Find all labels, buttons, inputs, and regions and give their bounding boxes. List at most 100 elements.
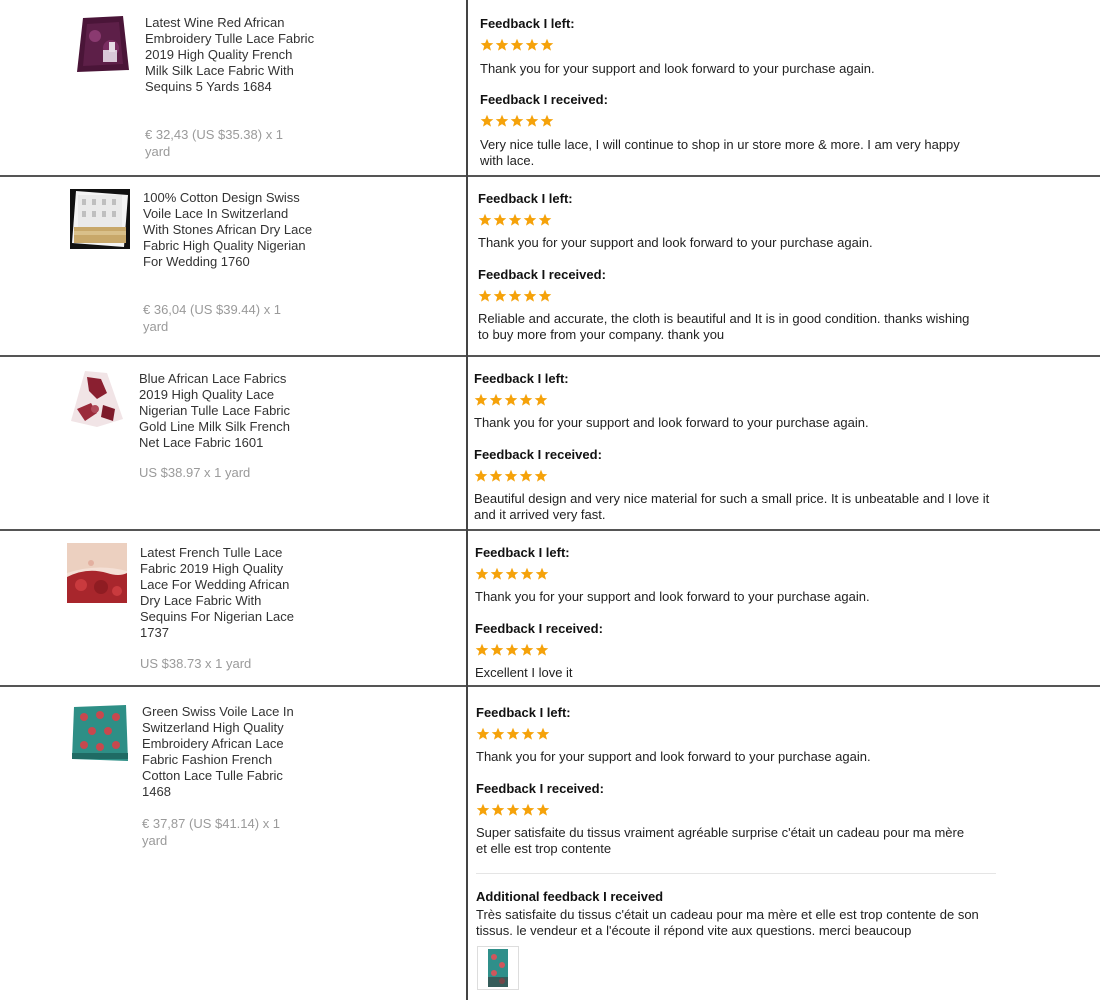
- star-icon: [535, 567, 549, 580]
- star-icon: [540, 38, 554, 51]
- star-icon: [504, 469, 518, 482]
- feedback-left-label-3: Feedback I left:: [474, 371, 569, 386]
- feedback-left-text-4: Thank you for your support and look forw…: [475, 589, 870, 604]
- product-name-4[interactable]: Latest French Tulle Lace Fabric 2019 Hig…: [140, 545, 310, 641]
- star-icon: [489, 469, 503, 482]
- star-icon: [491, 727, 505, 740]
- product-price-3: US $38.97 x 1 yard: [139, 465, 251, 480]
- star-icon: [474, 393, 488, 406]
- additional-feedback-divider: [476, 873, 996, 874]
- star-icon: [505, 567, 519, 580]
- additional-feedback-text: Très satisfaite du tissus c'était un cad…: [476, 907, 979, 938]
- received-rating-stars-1: [480, 114, 554, 128]
- star-icon: [536, 803, 550, 816]
- star-icon: [510, 38, 524, 51]
- star-icon: [478, 289, 492, 302]
- product-thumbnail-3[interactable]: [67, 369, 127, 429]
- product-thumbnail-1[interactable]: [73, 14, 133, 74]
- wine-red-lace-fabric-thumbnail-icon: [73, 14, 133, 74]
- star-icon: [540, 114, 554, 127]
- star-icon: [493, 213, 507, 226]
- column-divider: [466, 0, 468, 1000]
- feedback-left-text-5: Thank you for your support and look forw…: [476, 749, 871, 764]
- product-price-2: € 36,04 (US $39.44) x 1 yard: [143, 302, 282, 334]
- star-icon: [534, 393, 548, 406]
- star-icon: [476, 727, 490, 740]
- feedback-received-text-2: Reliable and accurate, the cloth is beau…: [478, 311, 970, 342]
- feedback-left-label-1: Feedback I left:: [480, 16, 575, 31]
- star-icon: [475, 567, 489, 580]
- buyer-photo-thumbnail-icon: [478, 947, 518, 989]
- green-swiss-voile-fabric-thumbnail-icon: [70, 703, 130, 763]
- product-thumbnail-5[interactable]: [70, 703, 130, 763]
- product-price-4: US $38.73 x 1 yard: [140, 656, 252, 671]
- product-name-3[interactable]: Blue African Lace Fabrics 2019 High Qual…: [139, 371, 309, 451]
- star-icon: [489, 393, 503, 406]
- star-icon: [506, 727, 520, 740]
- left-rating-stars-5: [476, 727, 550, 741]
- received-rating-stars-3: [474, 469, 548, 483]
- feedback-left-label-5: Feedback I left:: [476, 705, 571, 720]
- star-icon: [535, 643, 549, 656]
- received-rating-stars-4: [475, 643, 549, 657]
- left-rating-stars-3: [474, 393, 548, 407]
- feedback-left-label-4: Feedback I left:: [475, 545, 570, 560]
- product-name-1[interactable]: Latest Wine Red African Embroidery Tulle…: [145, 15, 315, 95]
- received-rating-stars-5: [476, 803, 550, 817]
- left-rating-stars-1: [480, 38, 554, 52]
- feedback-received-label-3: Feedback I received:: [474, 447, 602, 462]
- star-icon: [534, 469, 548, 482]
- left-rating-stars-4: [475, 567, 549, 581]
- star-icon: [505, 643, 519, 656]
- star-icon: [510, 114, 524, 127]
- star-icon: [495, 38, 509, 51]
- feedback-received-text-4: Excellent I love it: [475, 665, 573, 680]
- additional-feedback-photo[interactable]: [477, 946, 519, 990]
- product-name-2[interactable]: 100% Cotton Design Swiss Voile Lace In S…: [143, 190, 313, 270]
- product-price-5: € 37,87 (US $41.14) x 1 yard: [142, 816, 281, 848]
- star-icon: [495, 114, 509, 127]
- left-rating-stars-2: [478, 213, 552, 227]
- order-row-3: Blue African Lace Fabrics 2019 High Qual…: [0, 357, 1100, 531]
- feedback-left-text-1: Thank you for your support and look forw…: [480, 61, 875, 76]
- feedback-received-label-2: Feedback I received:: [478, 267, 606, 282]
- feedback-received-label-4: Feedback I received:: [475, 621, 603, 636]
- order-row-1: Latest Wine Red African Embroidery Tulle…: [0, 0, 1100, 177]
- peach-red-lace-fabric-thumbnail-icon: [67, 543, 127, 603]
- star-icon: [490, 643, 504, 656]
- star-icon: [493, 289, 507, 302]
- feedback-received-text-3: Beautiful design and very nice material …: [474, 491, 990, 522]
- star-icon: [521, 727, 535, 740]
- star-icon: [508, 213, 522, 226]
- white-gold-lace-fabric-thumbnail-icon: [70, 189, 130, 249]
- star-icon: [520, 567, 534, 580]
- product-thumbnail-2[interactable]: [70, 189, 130, 249]
- order-row-2: 100% Cotton Design Swiss Voile Lace In S…: [0, 177, 1100, 357]
- star-icon: [519, 469, 533, 482]
- star-icon: [474, 469, 488, 482]
- product-price-1: € 32,43 (US $35.38) x 1 yard: [145, 127, 284, 159]
- star-icon: [536, 727, 550, 740]
- feedback-left-label-2: Feedback I left:: [478, 191, 573, 206]
- feedback-received-text-5: Super satisfaite du tissus vraiment agré…: [476, 825, 965, 856]
- star-icon: [480, 114, 494, 127]
- star-icon: [538, 213, 552, 226]
- star-icon: [491, 803, 505, 816]
- product-name-5[interactable]: Green Swiss Voile Lace In Switzerland Hi…: [142, 704, 312, 800]
- star-icon: [523, 213, 537, 226]
- feedback-received-label-1: Feedback I received:: [480, 92, 608, 107]
- order-row-5: Green Swiss Voile Lace In Switzerland Hi…: [0, 687, 1100, 1000]
- burgundy-lace-fabric-thumbnail-icon: [67, 369, 127, 429]
- star-icon: [480, 38, 494, 51]
- star-icon: [523, 289, 537, 302]
- star-icon: [504, 393, 518, 406]
- star-icon: [525, 114, 539, 127]
- product-thumbnail-4[interactable]: [67, 543, 127, 603]
- star-icon: [525, 38, 539, 51]
- feedback-received-label-5: Feedback I received:: [476, 781, 604, 796]
- feedback-left-text-3: Thank you for your support and look forw…: [474, 415, 869, 430]
- star-icon: [475, 643, 489, 656]
- star-icon: [521, 803, 535, 816]
- received-rating-stars-2: [478, 289, 552, 303]
- star-icon: [519, 393, 533, 406]
